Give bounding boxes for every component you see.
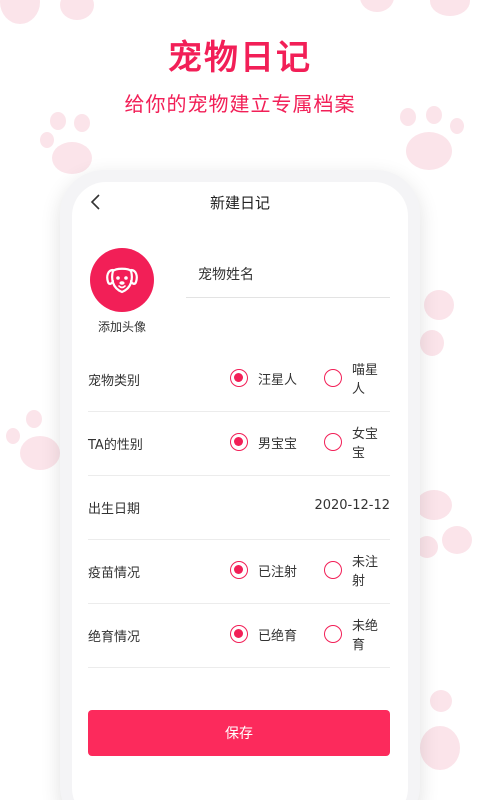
pet-type-option-dog[interactable]: 汪星人 [230, 366, 297, 390]
add-avatar-label: 添加头像 [97, 320, 146, 334]
paw-print-icon [420, 690, 480, 780]
paw-print-icon [420, 290, 480, 370]
new-diary-screen: 新建日记 添加头像 宠物类别 汪星人 喵星人 TA的性别 男宝宝 [72, 182, 408, 800]
radio-unchecked[interactable] [324, 433, 342, 451]
radio-unchecked[interactable] [324, 625, 342, 643]
birthday-label: 出生日期 [88, 502, 141, 517]
radio-checked[interactable] [230, 561, 248, 579]
gender-option-boy[interactable]: 男宝宝 [230, 430, 297, 454]
pet-type-row: 宠物类别 汪星人 喵星人 [88, 348, 390, 412]
pet-type-option-cat[interactable]: 喵星人 [324, 363, 390, 397]
hero-subtitle: 给你的宠物建立专属档案 [124, 92, 356, 116]
vaccine-label: 疫苗情况 [88, 566, 141, 581]
radio-checked[interactable] [230, 625, 248, 643]
pet-name-input[interactable] [186, 252, 390, 298]
gender-option-girl[interactable]: 女宝宝 [324, 427, 390, 461]
page-title: 新建日记 [209, 194, 270, 212]
radio-unchecked[interactable] [324, 369, 342, 387]
neuter-option-done[interactable]: 已绝育 [230, 622, 297, 646]
nav-bar: 新建日记 [72, 182, 408, 222]
vaccine-row: 疫苗情况 已注射 未注射 [88, 540, 390, 604]
gender-row: TA的性别 男宝宝 女宝宝 [88, 412, 390, 476]
neuter-option-not-done[interactable]: 未绝育 [324, 619, 390, 653]
gender-label: TA的性别 [88, 438, 143, 453]
pet-type-label: 宠物类别 [88, 374, 141, 389]
radio-checked[interactable] [230, 369, 248, 387]
dog-face-icon [106, 267, 138, 294]
neuter-label: 绝育情况 [88, 630, 141, 645]
add-avatar-button[interactable] [90, 248, 154, 312]
paw-print-icon [416, 490, 480, 570]
hero-title: 宠物日记 [168, 38, 312, 78]
radio-checked[interactable] [230, 433, 248, 451]
birthday-row[interactable]: 出生日期 2020-12-12 [88, 476, 390, 540]
save-button[interactable]: 保存 [88, 710, 390, 756]
radio-unchecked[interactable] [324, 561, 342, 579]
neuter-row: 绝育情况 已绝育 未绝育 [88, 604, 390, 668]
paw-print-icon [388, 106, 468, 178]
vaccine-option-done[interactable]: 已注射 [230, 558, 297, 582]
birthday-value[interactable]: 2020-12-12 [314, 498, 390, 513]
vaccine-option-not-done[interactable]: 未注射 [324, 555, 390, 589]
